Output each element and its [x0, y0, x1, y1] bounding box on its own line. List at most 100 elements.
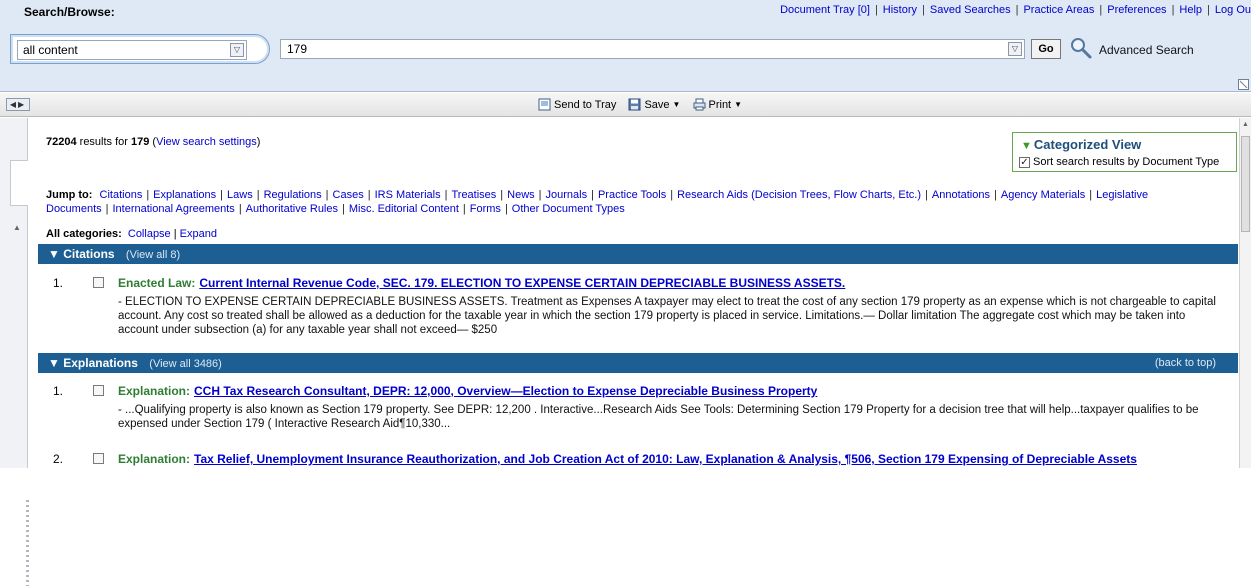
sort-by-doc-type-label: Sort search results by Document Type: [1033, 156, 1220, 168]
categorized-view-title[interactable]: ▼ Categorized View: [1021, 137, 1141, 152]
result-number: 1.: [53, 276, 64, 290]
back-to-top-link[interactable]: (back to top): [1155, 357, 1216, 369]
result-checkbox[interactable]: [93, 385, 104, 396]
jump-link-practice-tools[interactable]: Practice Tools: [598, 189, 666, 201]
jump-link-explanations[interactable]: Explanations: [153, 189, 216, 201]
result-checkbox[interactable]: [93, 277, 104, 288]
jump-link-journals[interactable]: Journals: [546, 189, 588, 201]
print-caret-icon[interactable]: ▼: [734, 100, 742, 109]
result-doc-type: Explanation:: [118, 452, 191, 466]
toolbar-actions: Send to Tray Save ▼ Print ▼: [538, 98, 751, 114]
search-input[interactable]: 179 ▽: [280, 39, 1025, 59]
result-item: 1. Enacted Law: Current Internal Revenue …: [38, 276, 1238, 346]
jump-link-forms[interactable]: Forms: [470, 203, 501, 215]
printer-icon: [693, 98, 705, 111]
result-title-link[interactable]: CCH Tax Research Consultant, DEPR: 12,00…: [194, 384, 817, 398]
section-header-explanations[interactable]: ▼ Explanations (View all 3486) (back to …: [38, 353, 1238, 373]
results-for-text: results for: [76, 136, 131, 148]
magnifier-icon[interactable]: [1070, 37, 1092, 59]
result-title-link[interactable]: Tax Relief, Unemployment Insurance Reaut…: [194, 452, 1137, 466]
collapse-link[interactable]: Collapse: [128, 228, 171, 240]
result-number: 2.: [53, 452, 64, 466]
saved-searches-link[interactable]: Saved Searches: [930, 4, 1011, 16]
result-checkbox[interactable]: [93, 453, 104, 464]
left-pane-gutter: ▲: [0, 118, 29, 586]
print-label: Print: [708, 98, 732, 111]
results-query: 179: [131, 136, 150, 148]
categorized-view-box: ▼ Categorized View ✓ Sort search results …: [1012, 132, 1237, 172]
chevron-up-icon[interactable]: ▲: [13, 223, 21, 232]
jump-link-irs-materials[interactable]: IRS Materials: [375, 189, 441, 201]
send-to-tray-label: Send to Tray: [554, 98, 617, 111]
logout-link[interactable]: Log Ou: [1215, 4, 1251, 16]
jump-link-annotations[interactable]: Annotations: [932, 189, 990, 201]
collapse-triangle-icon[interactable]: ▼: [48, 247, 60, 261]
results-count: 72204: [46, 136, 77, 148]
jump-link-research-aids[interactable]: Research Aids (Decision Trees, Flow Char…: [677, 189, 921, 201]
jump-link-cases[interactable]: Cases: [333, 189, 364, 201]
section-header-citations[interactable]: ▼ Citations (View all 8): [38, 244, 1238, 264]
search-history-dropdown-icon[interactable]: ▽: [1008, 42, 1022, 56]
tray-icon: [538, 98, 551, 111]
result-number: 1.: [53, 384, 64, 398]
print-button[interactable]: Print ▼: [693, 98, 742, 111]
sort-by-doc-type-checkbox[interactable]: ✓: [1019, 156, 1030, 168]
result-snippet: - ...Qualifying property is also known a…: [118, 404, 1199, 430]
search-panel: Search/Browse: Document Tray [0] | History…: [0, 0, 1251, 92]
vertical-scrollbar[interactable]: ▲: [1239, 118, 1251, 468]
content-scope-select[interactable]: all content ▽: [17, 40, 247, 60]
scope-value: all content: [23, 43, 78, 57]
pane-resize-handle[interactable]: [26, 500, 29, 586]
result-item: 1. Explanation: CCH Tax Research Consulta…: [38, 384, 1238, 434]
all-categories-label: All categories:: [46, 228, 122, 240]
all-categories-controls: All categories: Collapse | Expand: [46, 228, 217, 240]
jump-link-citations[interactable]: Citations: [100, 189, 143, 201]
jump-link-treatises[interactable]: Treatises: [451, 189, 496, 201]
jump-link-authoritative-rules[interactable]: Authoritative Rules: [246, 203, 338, 215]
expand-link[interactable]: Expand: [180, 228, 217, 240]
view-search-settings-link[interactable]: View search settings: [156, 136, 257, 148]
result-snippet: - ELECTION TO EXPENSE CERTAIN DEPRECIABL…: [118, 296, 1216, 336]
jump-link-agency-materials[interactable]: Agency Materials: [1001, 189, 1085, 201]
practice-areas-link[interactable]: Practice Areas: [1023, 4, 1094, 16]
result-doc-type: Explanation:: [118, 384, 191, 398]
save-button[interactable]: Save ▼: [628, 98, 680, 111]
history-link[interactable]: History: [883, 4, 917, 16]
document-tray-link[interactable]: Document Tray [0]: [780, 4, 870, 16]
scroll-up-icon[interactable]: ▲: [1242, 121, 1249, 128]
send-to-tray-button[interactable]: Send to Tray: [538, 98, 616, 111]
view-all-explanations-link[interactable]: (View all 3486): [149, 358, 222, 370]
result-item: 2. Explanation: Tax Relief, Unemployment …: [38, 452, 1238, 472]
section-title: Explanations: [63, 356, 138, 370]
jump-link-other-doc-types[interactable]: Other Document Types: [512, 203, 625, 215]
advanced-search-link[interactable]: Advanced Search: [1099, 43, 1194, 57]
pane-nav-arrows[interactable]: ◀▶: [6, 98, 30, 111]
triangle-down-icon: ▼: [1021, 140, 1032, 152]
search-query-value: 179: [287, 42, 308, 56]
jump-link-regulations[interactable]: Regulations: [264, 189, 322, 201]
top-nav-links: Document Tray [0] | History | Saved Searches…: [780, 4, 1251, 16]
result-doc-type: Enacted Law:: [118, 276, 196, 290]
document-toolbar: ◀▶ Send to Tray Save ▼ Print ▼: [0, 93, 1251, 117]
view-all-citations-link[interactable]: (View all 8): [126, 249, 180, 261]
save-icon: [628, 98, 641, 111]
jump-link-international-agreements[interactable]: International Agreements: [113, 203, 235, 215]
save-caret-icon[interactable]: ▼: [673, 100, 681, 109]
preferences-link[interactable]: Preferences: [1107, 4, 1166, 16]
jump-link-news[interactable]: News: [507, 189, 535, 201]
chevron-down-icon[interactable]: ▽: [230, 43, 244, 57]
jump-link-misc-editorial[interactable]: Misc. Editorial Content: [349, 203, 459, 215]
jump-to-label: Jump to:: [46, 189, 93, 201]
scope-container: all content ▽: [10, 34, 270, 64]
collapse-triangle-icon[interactable]: ▼: [48, 356, 60, 370]
sort-by-doc-type-option[interactable]: ✓ Sort search results by Document Type: [1019, 156, 1219, 168]
scrollbar-thumb[interactable]: [1241, 136, 1250, 232]
result-title-link[interactable]: Current Internal Revenue Code, SEC. 179.…: [199, 276, 845, 290]
help-link[interactable]: Help: [1179, 4, 1202, 16]
expand-panel-icon[interactable]: [1238, 79, 1249, 90]
go-button[interactable]: Go: [1031, 39, 1061, 59]
search-browse-title: Search/Browse:: [24, 5, 115, 19]
jump-link-laws[interactable]: Laws: [227, 189, 253, 201]
left-pane-edge: [10, 160, 28, 206]
save-label: Save: [644, 98, 670, 111]
